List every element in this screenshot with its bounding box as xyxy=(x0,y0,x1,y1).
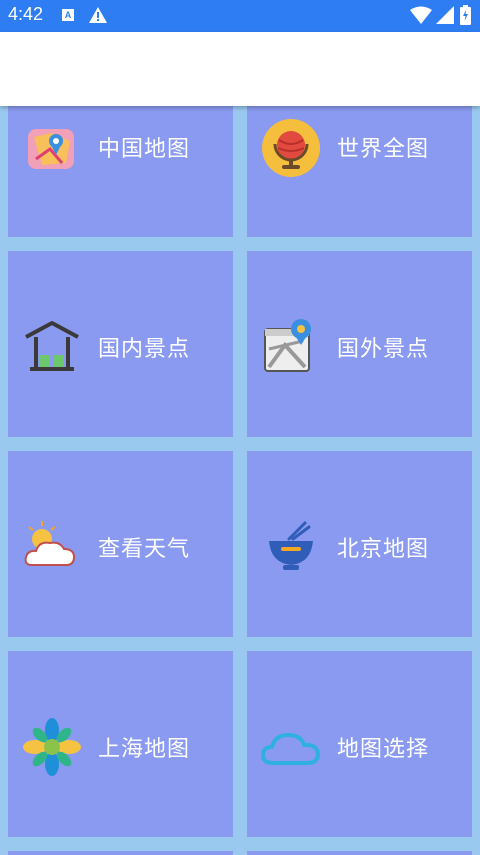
tile-domestic-attractions[interactable]: 国内景点 xyxy=(8,251,233,437)
weather-icon xyxy=(24,521,76,566)
china-map-icon xyxy=(28,129,74,169)
tile-partial xyxy=(8,851,233,855)
tile-beijing-map[interactable]: 北京地图 xyxy=(247,451,472,637)
tile-label: 查看天气 xyxy=(98,537,191,562)
status-time: 4:42 xyxy=(8,4,44,24)
tile-china-map[interactable]: 中国地图 xyxy=(8,106,233,237)
app-bar xyxy=(0,32,480,106)
tile-label: 国外景点 xyxy=(337,337,430,362)
battery-icon xyxy=(460,5,471,25)
warning-icon xyxy=(89,7,107,23)
tile-label: 国内景点 xyxy=(98,337,191,362)
bowl-icon xyxy=(269,521,313,570)
wifi-icon xyxy=(410,6,432,24)
menu-grid: 中国地图 世界全图 国内景点 国外景点 查看天气 北京地图 上海地图 地图选择 xyxy=(0,106,480,855)
tile-label: 北京地图 xyxy=(337,537,430,562)
tile-label: 世界全图 xyxy=(337,137,430,162)
cell-signal-icon xyxy=(436,6,454,24)
pavilion-icon xyxy=(25,321,79,371)
tile-label: 地图选择 xyxy=(337,737,430,762)
tile-partial xyxy=(247,851,472,855)
tile-weather[interactable]: 查看天气 xyxy=(8,451,233,637)
tile-map-selection[interactable]: 地图选择 xyxy=(247,651,472,837)
tile-foreign-attractions[interactable]: 国外景点 xyxy=(247,251,472,437)
cloud-icon xyxy=(261,733,320,765)
tile-shanghai-map[interactable]: 上海地图 xyxy=(8,651,233,837)
tile-label: 中国地图 xyxy=(98,137,191,162)
flower-icon xyxy=(23,718,81,776)
accessibility-a-icon: A xyxy=(62,9,74,21)
tile-label: 上海地图 xyxy=(98,737,191,762)
globe-icon xyxy=(262,119,320,177)
tile-world-map[interactable]: 世界全图 xyxy=(247,106,472,237)
map-pin-icon xyxy=(264,319,311,372)
status-bar: 4:42 A xyxy=(0,0,480,32)
